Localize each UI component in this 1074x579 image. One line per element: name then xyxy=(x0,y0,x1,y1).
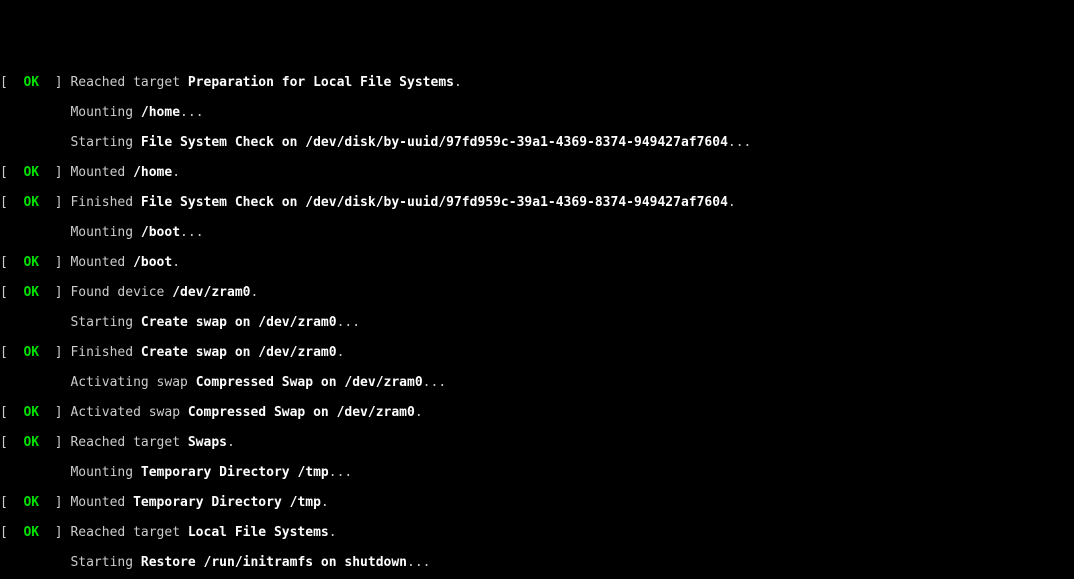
boot-line: Starting Restore /run/initramfs on shutd… xyxy=(0,555,1074,570)
verb: Reached target xyxy=(70,75,187,90)
unit: /home xyxy=(141,105,180,120)
unit: Preparation for Local File Systems xyxy=(188,75,454,90)
boot-line: [ OK ] Found device /dev/zram0. xyxy=(0,285,1074,300)
boot-line: Mounting Temporary Directory /tmp... xyxy=(0,465,1074,480)
boot-line: Starting File System Check on /dev/disk/… xyxy=(0,135,1074,150)
boot-line: [ OK ] Reached target Swaps. xyxy=(0,435,1074,450)
boot-line: Activating swap Compressed Swap on /dev/… xyxy=(0,375,1074,390)
boot-line: [ OK ] Activated swap Compressed Swap on… xyxy=(0,405,1074,420)
boot-line: [ OK ] Reached target Preparation for Lo… xyxy=(0,75,1074,90)
verb: Mounting xyxy=(70,105,140,120)
unit: File System Check on /dev/disk/by-uuid/9… xyxy=(141,135,728,150)
boot-line: [ OK ] Finished File System Check on /de… xyxy=(0,195,1074,210)
boot-console: [ OK ] Reached target Preparation for Lo… xyxy=(0,60,1074,579)
boot-line: [ OK ] Mounted /home. xyxy=(0,165,1074,180)
boot-line: Mounting /boot... xyxy=(0,225,1074,240)
boot-line: Starting Create swap on /dev/zram0... xyxy=(0,315,1074,330)
boot-line: Mounting /home... xyxy=(0,105,1074,120)
boot-line: [ OK ] Mounted Temporary Directory /tmp. xyxy=(0,495,1074,510)
verb: Starting xyxy=(70,135,140,150)
boot-line: [ OK ] Finished Create swap on /dev/zram… xyxy=(0,345,1074,360)
boot-line: [ OK ] Reached target Local File Systems… xyxy=(0,525,1074,540)
boot-line: [ OK ] Mounted /boot. xyxy=(0,255,1074,270)
